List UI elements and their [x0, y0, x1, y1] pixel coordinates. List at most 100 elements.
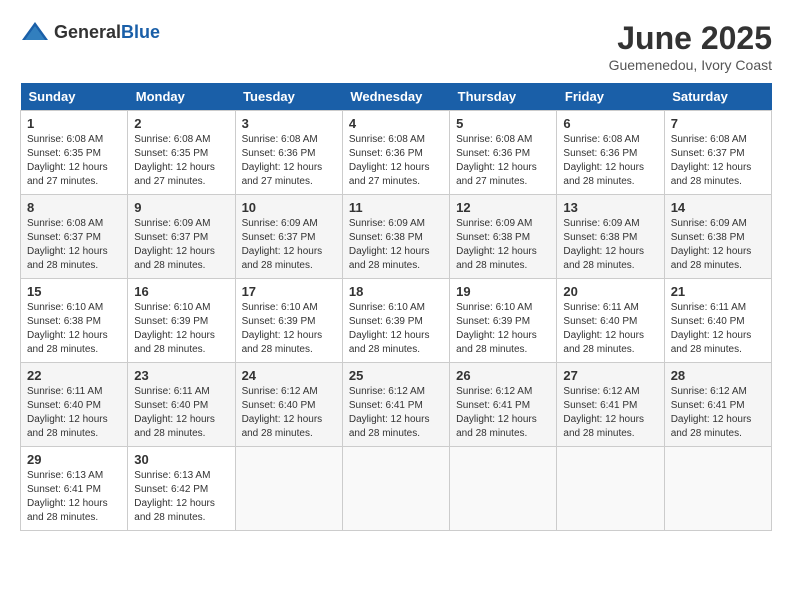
calendar-header-saturday: Saturday	[664, 83, 771, 111]
calendar-week-row: 29 Sunrise: 6:13 AMSunset: 6:41 PMDayligh…	[21, 447, 772, 531]
calendar-header-tuesday: Tuesday	[235, 83, 342, 111]
day-info: Sunrise: 6:10 AMSunset: 6:39 PMDaylight:…	[134, 301, 228, 357]
calendar-cell: 1Sunrise: 6:08 AMSunset: 6:35 PMDaylight…	[21, 111, 128, 195]
calendar-cell: 9 Sunrise: 6:09 AMSunset: 6:37 PMDaylight…	[128, 195, 235, 279]
day-number: 2	[134, 116, 228, 131]
day-number: 14	[671, 200, 765, 215]
calendar-cell: 20 Sunrise: 6:11 AMSunset: 6:40 PMDayligh…	[557, 279, 664, 363]
calendar-week-row: 1Sunrise: 6:08 AMSunset: 6:35 PMDaylight…	[21, 111, 772, 195]
day-info: Sunrise: 6:11 AMSunset: 6:40 PMDaylight:…	[671, 301, 765, 357]
day-info: Sunrise: 6:09 AMSunset: 6:38 PMDaylight:…	[671, 217, 765, 273]
calendar-cell: 27Sunrise: 6:12 AMSunset: 6:41 PMDayligh…	[557, 363, 664, 447]
day-info: Sunrise: 6:08 AMSunset: 6:37 PMDaylight:…	[27, 217, 121, 273]
calendar-cell: 12 Sunrise: 6:09 AMSunset: 6:38 PMDayligh…	[450, 195, 557, 279]
calendar-header-row: SundayMondayTuesdayWednesdayThursdayFrid…	[21, 83, 772, 111]
calendar-cell: 17Sunrise: 6:10 AMSunset: 6:39 PMDayligh…	[235, 279, 342, 363]
day-number: 13	[563, 200, 657, 215]
calendar-cell: 29 Sunrise: 6:13 AMSunset: 6:41 PMDayligh…	[21, 447, 128, 531]
day-info: Sunrise: 6:12 AMSunset: 6:41 PMDaylight:…	[349, 385, 443, 441]
calendar-cell: 14 Sunrise: 6:09 AMSunset: 6:38 PMDayligh…	[664, 195, 771, 279]
month-title: June 2025	[609, 20, 772, 57]
calendar-cell	[235, 447, 342, 531]
day-info: Sunrise: 6:09 AMSunset: 6:38 PMDaylight:…	[456, 217, 550, 273]
day-number: 18	[349, 284, 443, 299]
day-info: Sunrise: 6:09 AMSunset: 6:37 PMDaylight:…	[242, 217, 336, 273]
calendar-cell: 5 Sunrise: 6:08 AMSunset: 6:36 PMDaylight…	[450, 111, 557, 195]
day-number: 1	[27, 116, 121, 131]
day-info: Sunrise: 6:11 AMSunset: 6:40 PMDaylight:…	[27, 385, 121, 441]
day-info: Sunrise: 6:08 AMSunset: 6:36 PMDaylight:…	[349, 133, 443, 189]
day-info: Sunrise: 6:11 AMSunset: 6:40 PMDaylight:…	[563, 301, 657, 357]
calendar-header-monday: Monday	[128, 83, 235, 111]
day-info: Sunrise: 6:12 AMSunset: 6:41 PMDaylight:…	[563, 385, 657, 441]
day-number: 23	[134, 368, 228, 383]
day-info: Sunrise: 6:10 AMSunset: 6:38 PMDaylight:…	[27, 301, 121, 357]
day-number: 29	[27, 452, 121, 467]
day-number: 5	[456, 116, 550, 131]
day-info: Sunrise: 6:12 AMSunset: 6:41 PMDaylight:…	[456, 385, 550, 441]
calendar-header-wednesday: Wednesday	[342, 83, 449, 111]
day-info: Sunrise: 6:13 AMSunset: 6:42 PMDaylight:…	[134, 469, 228, 525]
calendar-header-sunday: Sunday	[21, 83, 128, 111]
day-number: 17	[242, 284, 336, 299]
day-number: 15	[27, 284, 121, 299]
calendar-cell	[450, 447, 557, 531]
calendar-header-thursday: Thursday	[450, 83, 557, 111]
day-info: Sunrise: 6:08 AMSunset: 6:36 PMDaylight:…	[563, 133, 657, 189]
day-number: 7	[671, 116, 765, 131]
calendar-cell: 15 Sunrise: 6:10 AMSunset: 6:38 PMDayligh…	[21, 279, 128, 363]
day-info: Sunrise: 6:09 AMSunset: 6:37 PMDaylight:…	[134, 217, 228, 273]
day-info: Sunrise: 6:12 AMSunset: 6:41 PMDaylight:…	[671, 385, 765, 441]
day-number: 28	[671, 368, 765, 383]
logo-text-general: General	[54, 22, 121, 42]
day-number: 10	[242, 200, 336, 215]
calendar-cell: 16 Sunrise: 6:10 AMSunset: 6:39 PMDayligh…	[128, 279, 235, 363]
calendar-cell: 28 Sunrise: 6:12 AMSunset: 6:41 PMDayligh…	[664, 363, 771, 447]
day-number: 19	[456, 284, 550, 299]
logo-icon	[20, 20, 50, 44]
day-info: Sunrise: 6:08 AMSunset: 6:37 PMDaylight:…	[671, 133, 765, 189]
calendar-cell: 7 Sunrise: 6:08 AMSunset: 6:37 PMDaylight…	[664, 111, 771, 195]
calendar-cell: 19 Sunrise: 6:10 AMSunset: 6:39 PMDayligh…	[450, 279, 557, 363]
calendar-cell: 25 Sunrise: 6:12 AMSunset: 6:41 PMDayligh…	[342, 363, 449, 447]
day-number: 20	[563, 284, 657, 299]
day-number: 9	[134, 200, 228, 215]
calendar-cell: 30Sunrise: 6:13 AMSunset: 6:42 PMDayligh…	[128, 447, 235, 531]
calendar-header-friday: Friday	[557, 83, 664, 111]
calendar-cell: 3 Sunrise: 6:08 AMSunset: 6:36 PMDaylight…	[235, 111, 342, 195]
calendar-cell: 22 Sunrise: 6:11 AMSunset: 6:40 PMDayligh…	[21, 363, 128, 447]
day-number: 22	[27, 368, 121, 383]
day-info: Sunrise: 6:08 AMSunset: 6:36 PMDaylight:…	[456, 133, 550, 189]
calendar-cell: 24Sunrise: 6:12 AMSunset: 6:40 PMDayligh…	[235, 363, 342, 447]
calendar-week-row: 15 Sunrise: 6:10 AMSunset: 6:38 PMDayligh…	[21, 279, 772, 363]
day-info: Sunrise: 6:13 AMSunset: 6:41 PMDaylight:…	[27, 469, 121, 525]
calendar-week-row: 22 Sunrise: 6:11 AMSunset: 6:40 PMDayligh…	[21, 363, 772, 447]
day-number: 26	[456, 368, 550, 383]
day-info: Sunrise: 6:10 AMSunset: 6:39 PMDaylight:…	[456, 301, 550, 357]
day-info: Sunrise: 6:10 AMSunset: 6:39 PMDaylight:…	[349, 301, 443, 357]
calendar-cell: 8 Sunrise: 6:08 AMSunset: 6:37 PMDaylight…	[21, 195, 128, 279]
day-info: Sunrise: 6:09 AMSunset: 6:38 PMDaylight:…	[563, 217, 657, 273]
day-number: 3	[242, 116, 336, 131]
calendar-cell: 2Sunrise: 6:08 AMSunset: 6:35 PMDaylight…	[128, 111, 235, 195]
day-number: 25	[349, 368, 443, 383]
calendar-cell: 4 Sunrise: 6:08 AMSunset: 6:36 PMDaylight…	[342, 111, 449, 195]
day-number: 24	[242, 368, 336, 383]
calendar-table: SundayMondayTuesdayWednesdayThursdayFrid…	[20, 83, 772, 531]
title-area: June 2025 Guemenedou, Ivory Coast	[609, 20, 772, 73]
day-number: 21	[671, 284, 765, 299]
day-number: 6	[563, 116, 657, 131]
day-info: Sunrise: 6:11 AMSunset: 6:40 PMDaylight:…	[134, 385, 228, 441]
day-number: 8	[27, 200, 121, 215]
calendar-cell: 23 Sunrise: 6:11 AMSunset: 6:40 PMDayligh…	[128, 363, 235, 447]
day-info: Sunrise: 6:08 AMSunset: 6:36 PMDaylight:…	[242, 133, 336, 189]
day-number: 4	[349, 116, 443, 131]
day-number: 16	[134, 284, 228, 299]
day-number: 12	[456, 200, 550, 215]
calendar-week-row: 8 Sunrise: 6:08 AMSunset: 6:37 PMDaylight…	[21, 195, 772, 279]
page-header: GeneralBlue June 2025 Guemenedou, Ivory …	[20, 20, 772, 73]
calendar-cell: 6 Sunrise: 6:08 AMSunset: 6:36 PMDaylight…	[557, 111, 664, 195]
logo: GeneralBlue	[20, 20, 160, 44]
calendar-cell: 13 Sunrise: 6:09 AMSunset: 6:38 PMDayligh…	[557, 195, 664, 279]
day-number: 11	[349, 200, 443, 215]
